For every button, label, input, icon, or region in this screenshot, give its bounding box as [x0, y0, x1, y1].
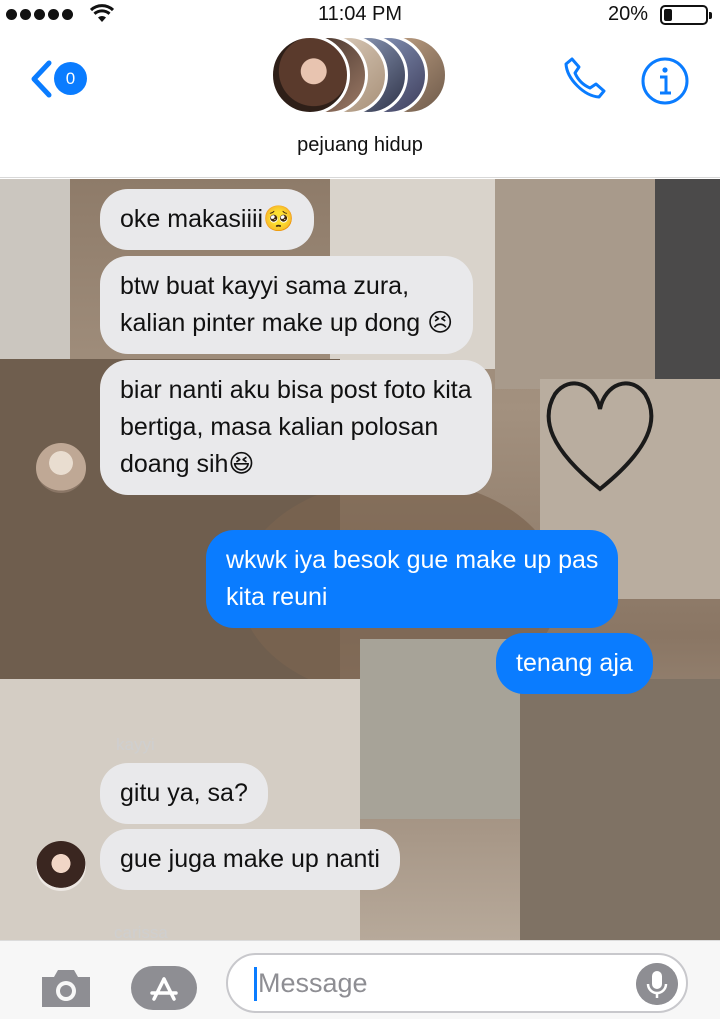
message-bubble-incoming[interactable]: biar nanti aku bisa post foto kita berti…	[100, 360, 492, 495]
message-text: biar nanti aku bisa post foto kita	[120, 376, 472, 404]
battery-percent: 20%	[607, 3, 648, 25]
message-text: kita reuni	[226, 583, 328, 611]
message-bubble-outgoing[interactable]: tenang aja	[496, 633, 653, 694]
battery-icon	[660, 5, 712, 25]
group-avatars[interactable]	[270, 35, 450, 115]
message-bubble-outgoing[interactable]: wkwk iya besok gue make up pas kita reun…	[206, 530, 619, 628]
message-bubble-incoming[interactable]: btw buat kayyi sama zura, kalian pinter …	[100, 256, 474, 354]
phone-icon[interactable]	[562, 55, 608, 101]
app-store-icon[interactable]	[130, 965, 198, 1011]
message-bubble-incoming[interactable]: gue juga make up nanti	[100, 829, 400, 890]
status-bar: 11:04 PM 20%	[0, 0, 720, 30]
conversation-header: 0 pejuang hidup	[0, 30, 720, 178]
message-list[interactable]: oke makasiiii🥺 btw buat kayyi sama zura,…	[0, 179, 720, 940]
heart-doodle	[546, 381, 654, 492]
group-avatar	[270, 35, 350, 115]
camera-icon[interactable]	[38, 965, 94, 1011]
wallpaper-tile	[495, 179, 655, 389]
microphone-icon[interactable]	[636, 963, 678, 1005]
sender-name: carissa	[114, 923, 168, 940]
message-text: bertiga, masa kalian polosan	[120, 413, 439, 441]
sender-avatar[interactable]	[36, 443, 86, 493]
unread-count-badge: 0	[54, 62, 87, 95]
sender-avatar[interactable]	[36, 841, 86, 891]
message-text: btw buat kayyi sama zura,	[120, 272, 410, 300]
message-text: wkwk iya besok gue make up pas	[226, 546, 599, 574]
chevron-left-icon	[31, 60, 52, 98]
message-input-field[interactable]	[226, 953, 688, 1013]
back-button[interactable]: 0	[28, 58, 98, 100]
group-name[interactable]: pejuang hidup	[0, 134, 720, 157]
sender-name: kayyi	[116, 735, 155, 754]
message-text: oke makasiiii🥺	[120, 205, 295, 233]
message-text: kalian pinter make up dong 😣	[120, 309, 454, 337]
wallpaper-tile	[655, 179, 720, 379]
message-text: doang sih😆	[120, 450, 255, 478]
info-icon[interactable]	[640, 56, 690, 106]
message-text: tenang aja	[516, 649, 633, 677]
message-text: gue juga make up nanti	[120, 845, 380, 873]
message-bubble-incoming[interactable]: gitu ya, sa?	[100, 763, 268, 824]
message-text: gitu ya, sa?	[120, 779, 248, 807]
wallpaper-tile	[0, 179, 70, 359]
wallpaper-tile	[520, 679, 720, 940]
compose-bar	[0, 940, 720, 1019]
message-input[interactable]	[258, 963, 628, 1003]
message-bubble-incoming[interactable]: oke makasiiii🥺	[100, 189, 315, 250]
text-cursor	[254, 967, 257, 1001]
